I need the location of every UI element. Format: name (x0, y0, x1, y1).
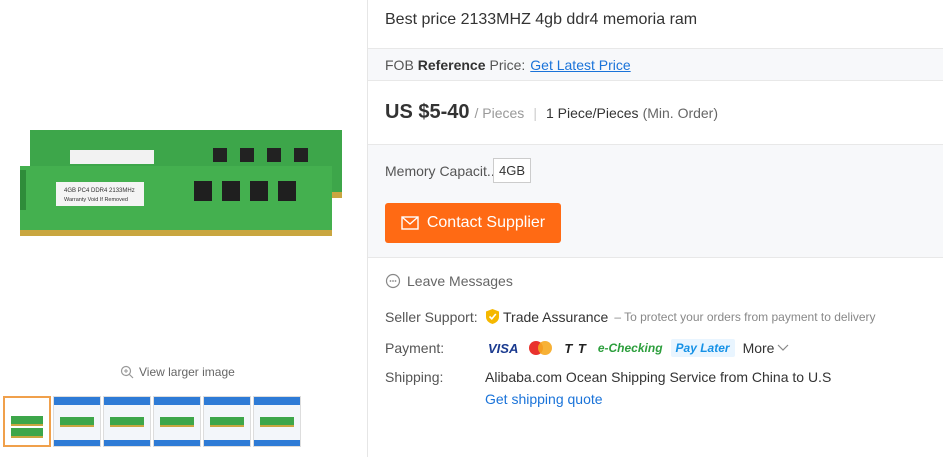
seller-support-row: Seller Support: Trade Assurance – To pro… (385, 308, 876, 325)
price-row: US $5-40 / Pieces | 1 Piece/Pieces (Min.… (385, 101, 718, 124)
contact-supplier-label: Contact Supplier (426, 214, 546, 231)
mastercard-icon (529, 340, 553, 356)
product-gallery: 4GB PC4 DDR4 2133MHz Warranty Void If Re… (0, 0, 368, 457)
thumbnail-1[interactable] (3, 396, 51, 447)
thumbnail-4[interactable] (153, 396, 201, 447)
get-shipping-quote-link[interactable]: Get shipping quote (485, 391, 603, 407)
shipping-label: Shipping: (385, 369, 444, 385)
price-range: US $5-40 (385, 101, 470, 123)
thumbnail-3[interactable] (103, 396, 151, 447)
thumbnail-2[interactable] (53, 396, 101, 447)
view-larger-link[interactable]: View larger image (120, 365, 235, 379)
shipping-service-text: Alibaba.com Ocean Shipping Service from … (485, 369, 832, 385)
payment-label: Payment: (385, 340, 445, 356)
ram-label-line2: Warranty Void If Removed (64, 197, 128, 203)
view-larger-label: View larger image (139, 365, 235, 379)
pay-later-icon: Pay Later (670, 339, 735, 357)
thumbnail-6[interactable] (253, 396, 301, 447)
product-info-panel: Best price 2133MHZ 4gb ddr4 memoria ram … (368, 0, 943, 457)
attribute-memory-capacity: Memory Capacit... 4GB (385, 158, 532, 183)
min-order-quantity: 1 Piece/Pieces (545, 105, 639, 121)
fob-price-label: Price: (489, 56, 526, 73)
get-latest-price-link[interactable]: Get Latest Price (530, 57, 630, 73)
more-payment-dropdown[interactable]: More (743, 340, 790, 356)
main-product-image[interactable]: 4GB PC4 DDR4 2133MHz Warranty Void If Re… (8, 118, 348, 248)
attribute-area: Memory Capacit... 4GB Contact Supplier (368, 144, 943, 258)
trade-assurance-icon (486, 309, 499, 324)
trade-assurance-label[interactable]: Trade Assurance (503, 309, 608, 325)
tt-icon: T T (564, 340, 587, 356)
thumbnail-5[interactable] (203, 396, 251, 447)
envelope-icon (401, 216, 419, 230)
min-order-note: (Min. Order) (642, 105, 719, 121)
thumbnail-strip (3, 396, 301, 447)
leave-messages-label: Leave Messages (407, 273, 513, 289)
chevron-down-icon (778, 344, 789, 351)
payment-row: Payment: VISA T T e-Checking Pay Later M… (385, 339, 789, 357)
payment-methods: VISA T T e-Checking Pay Later More (485, 339, 789, 357)
chat-bubble-icon (385, 273, 401, 289)
more-label: More (742, 340, 775, 356)
trade-assurance-note: – To protect your orders from payment to… (614, 309, 876, 324)
product-title: Best price 2133MHZ 4gb ddr4 memoria ram (385, 11, 698, 28)
attribute-chip-4gb[interactable]: 4GB (493, 158, 532, 183)
zoom-icon (120, 365, 134, 379)
attribute-label: Memory Capacit... (385, 162, 493, 179)
fob-reference: Reference (417, 56, 486, 73)
fob-price-bar: FOB Reference Price: Get Latest Price (368, 48, 943, 81)
seller-support-label: Seller Support: (385, 308, 478, 325)
ram-label-line1: 4GB PC4 DDR4 2133MHz (64, 188, 135, 194)
price-separator: | (533, 105, 537, 121)
leave-messages-link[interactable]: Leave Messages (385, 273, 513, 289)
price-unit: / Pieces (474, 105, 525, 121)
fob-prefix: FOB (385, 56, 414, 73)
contact-supplier-button[interactable]: Contact Supplier (385, 203, 561, 243)
visa-icon: VISA (488, 340, 519, 356)
echecking-icon: e-Checking (597, 341, 663, 355)
shipping-row: Shipping: Alibaba.com Ocean Shipping Ser… (385, 369, 831, 385)
